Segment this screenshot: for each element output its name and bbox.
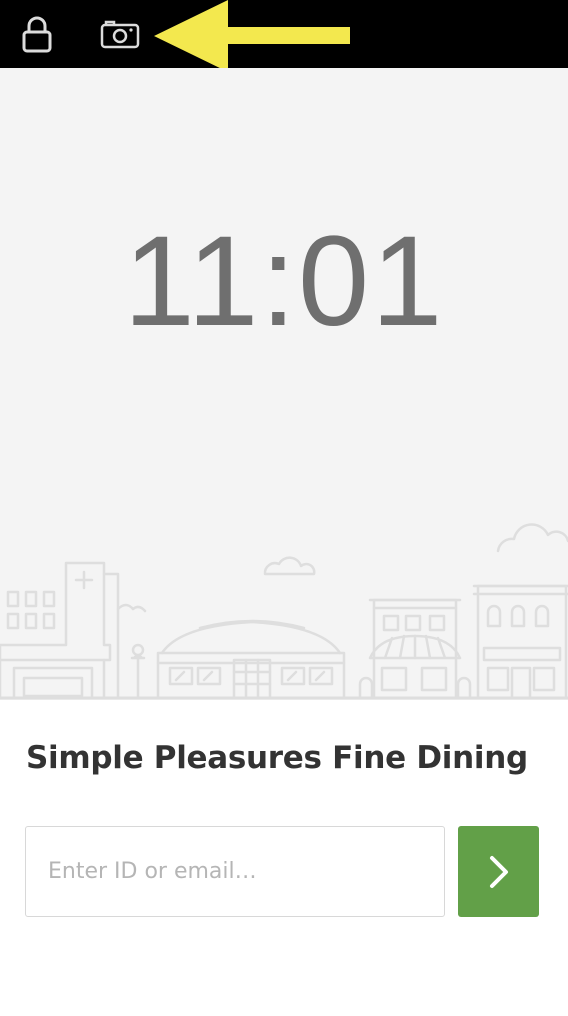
id-email-input[interactable] bbox=[25, 826, 445, 917]
annotation-arrow bbox=[154, 0, 350, 72]
venue-name: Simple Pleasures Fine Dining bbox=[26, 740, 528, 776]
clock-time: 11:01 bbox=[123, 210, 445, 353]
camera-icon[interactable] bbox=[100, 18, 140, 50]
top-status-bar bbox=[0, 0, 568, 72]
chevron-right-icon bbox=[490, 856, 508, 888]
lock-screen-hero: 11:01 bbox=[0, 68, 568, 700]
city-skyline-illustration bbox=[0, 523, 568, 700]
lock-icon[interactable] bbox=[20, 14, 54, 54]
submit-button[interactable] bbox=[458, 826, 539, 917]
